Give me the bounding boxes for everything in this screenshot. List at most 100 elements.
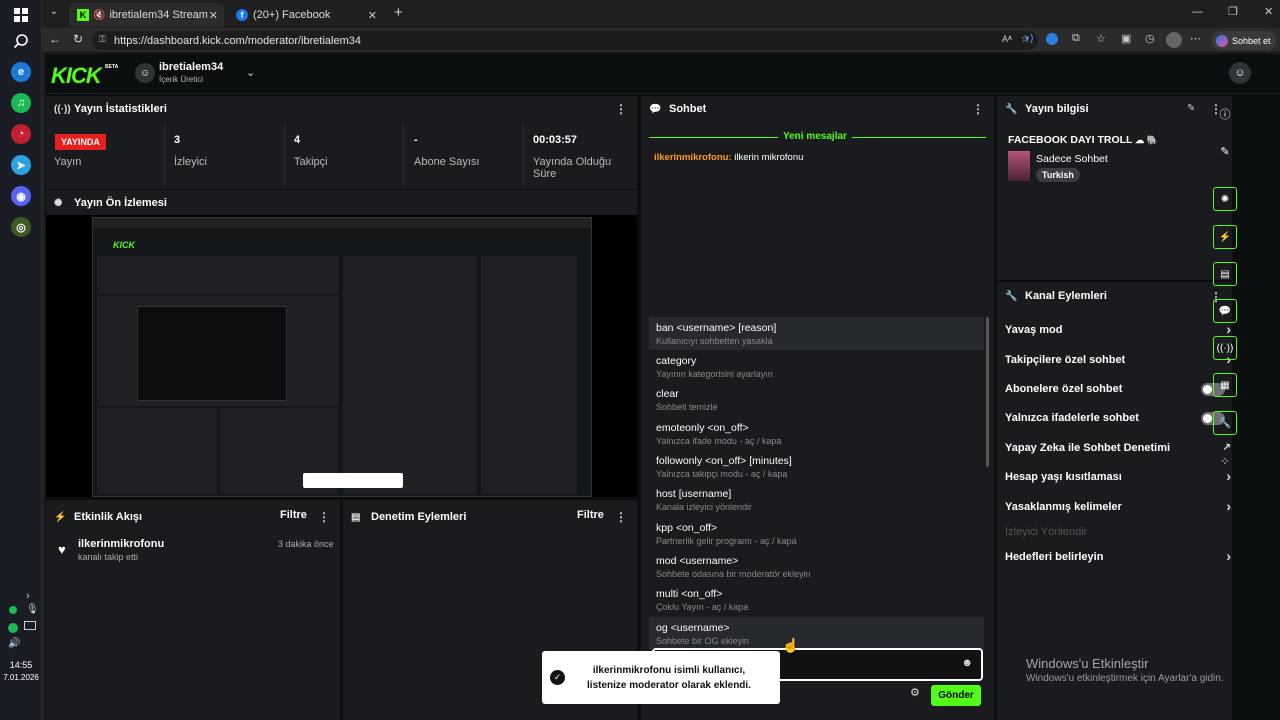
command-item[interactable]: multi <on_off> Çoklu Yayın - aç / kapa: [649, 583, 984, 616]
new-tab-icon[interactable]: +: [394, 4, 403, 21]
command-item[interactable]: ban <username> [reason] Kullanıcıyı sohbe…: [649, 317, 984, 350]
wrench-icon: 🔧: [1005, 103, 1018, 115]
action-slow-mode[interactable]: Yavaş mod ›: [1005, 319, 1231, 341]
copilot-chat-button[interactable]: Sohbet et: [1212, 31, 1276, 50]
action-subscribers-only[interactable]: Abonelere özel sohbet: [1005, 378, 1231, 400]
preview-toggle-button[interactable]: ✺: [1213, 187, 1237, 211]
divider: [523, 124, 524, 186]
chat-toggle-button[interactable]: 💬: [1213, 299, 1237, 323]
more-widgets-icon[interactable]: ⁘: [1213, 449, 1237, 473]
broadcast-toggle-button[interactable]: ((·)): [1213, 336, 1237, 360]
spotify-icon[interactable]: ♫: [11, 93, 31, 113]
toast-text: ilkerinmikrofonu isimli kullanıcı, liste…: [587, 664, 751, 691]
spotify-tray-icon[interactable]: [8, 623, 18, 633]
clock-time[interactable]: 14:55: [0, 660, 42, 670]
read-aloud-icon[interactable]: Aᴬ: [1002, 34, 1012, 44]
speaker-muted-icon[interactable]: 🔇: [93, 10, 105, 21]
scrollbar-thumb[interactable]: [986, 317, 989, 467]
chevron-down-icon[interactable]: ⌄: [46, 6, 62, 22]
more-options-icon[interactable]: ⋮: [972, 102, 984, 116]
minimize-icon[interactable]: —: [1192, 6, 1203, 18]
more-options-icon[interactable]: ⋮: [615, 510, 627, 524]
event-time: 3 dakika önce: [278, 539, 334, 549]
action-followers-only[interactable]: Takipçilere özel sohbet ›: [1005, 349, 1231, 371]
edit-pencil-icon[interactable]: ✎: [1187, 103, 1195, 114]
edit-pencil-icon[interactable]: ✎: [1213, 139, 1237, 163]
command-item[interactable]: kpp <on_off> Partnerlik gelir programı - …: [649, 517, 984, 550]
collections-icon[interactable]: ▣: [1121, 32, 1131, 45]
close-tab-icon[interactable]: ✕: [209, 9, 218, 22]
address-bar[interactable]: ⚿ https://dashboard.kick.com/moderator/i…: [92, 31, 1038, 50]
command-item[interactable]: mod <username> Sohbete odasına bir modera…: [649, 550, 984, 583]
command-item[interactable]: clear Sohbeti temizle: [649, 383, 984, 416]
stat-value: 3: [174, 134, 181, 146]
chevron-right-icon[interactable]: ›: [26, 590, 30, 602]
telegram-icon[interactable]: ➤: [11, 155, 31, 175]
history-icon[interactable]: ◷: [1145, 32, 1155, 45]
more-options-icon[interactable]: ⋯: [1190, 32, 1201, 45]
browser-toolbar: ← ↻ ⚿ https://dashboard.kick.com/moderat…: [42, 28, 1280, 53]
more-options-icon[interactable]: ⋮: [615, 102, 627, 116]
back-icon[interactable]: ←: [49, 32, 61, 46]
action-banned-words[interactable]: Yasaklanmış kelimeler ›: [1005, 496, 1231, 518]
category-name[interactable]: Sadece Sohbet: [1036, 153, 1108, 165]
filter-button[interactable]: Filtre: [577, 509, 604, 521]
tab-kick[interactable]: K 🔇 ibretialem34 Stream - Kick Da ✕: [69, 3, 224, 27]
lightning-toggle-button[interactable]: ⚡: [1213, 225, 1237, 249]
close-tab-icon[interactable]: ✕: [368, 9, 377, 22]
chevron-right-icon: ›: [1226, 548, 1231, 564]
restore-icon[interactable]: ❐: [1228, 5, 1238, 18]
user-avatar[interactable]: ☺: [1229, 62, 1251, 84]
copilot-icon: [1216, 34, 1228, 47]
more-options-icon[interactable]: ⋮: [318, 510, 330, 524]
chat-username[interactable]: ilkerinmikrofonu:: [654, 152, 732, 163]
event-user[interactable]: ilkerinmikrofonu: [78, 538, 164, 550]
action-emotes-only[interactable]: Yalnızca ifadelerle sohbet: [1005, 407, 1231, 429]
edge-icon[interactable]: e: [11, 62, 31, 82]
category-thumbnail[interactable]: [1008, 151, 1030, 181]
game-icon[interactable]: ◎: [11, 217, 31, 237]
clock-date[interactable]: 7.01.2026: [0, 673, 42, 682]
command-name: kpp <on_off>: [656, 522, 718, 534]
command-item[interactable]: followonly <on_off> [minutes] Yalnızca ta…: [649, 450, 984, 483]
windows-start-icon[interactable]: [11, 5, 31, 25]
settings-gear-icon[interactable]: ⚙: [910, 686, 920, 699]
extension-icon[interactable]: [1046, 33, 1058, 45]
channel-avatar[interactable]: ☺: [135, 63, 155, 83]
channel-name[interactable]: ibretialem34: [159, 61, 223, 73]
command-item[interactable]: emoteonly <on_off> Yalnızca ifade modu - …: [649, 417, 984, 450]
divider: [284, 124, 285, 186]
emoji-icon[interactable]: ☻: [961, 657, 973, 669]
document-toggle-button[interactable]: ▤: [1213, 262, 1237, 286]
stat-label: Yayın: [54, 156, 82, 168]
volume-icon[interactable]: 🔊: [8, 638, 20, 649]
filter-button[interactable]: Filtre: [280, 509, 307, 521]
action-account-age[interactable]: Hesap yaşı kısıtlaması ›: [1005, 466, 1231, 488]
channel-switch-chevron-icon[interactable]: ⌄: [246, 66, 255, 79]
action-label: Yapay Zeka ile Sohbet Denetimi: [1005, 442, 1171, 454]
command-item[interactable]: category Yayının kategorisini ayarlayın: [649, 350, 984, 383]
command-item[interactable]: host [username] Kanala izleyici yönlendir: [649, 483, 984, 516]
info-icon[interactable]: ⓘ: [1213, 102, 1237, 126]
action-ai-moderation[interactable]: Yapay Zeka ile Sohbet Denetimi ↗: [1005, 437, 1231, 459]
kick-logo[interactable]: KICK: [51, 63, 102, 89]
favorites-icon[interactable]: ☆: [1096, 32, 1106, 45]
command-item[interactable]: og <username> Sohbete bir OG ekleyin: [649, 617, 984, 650]
stream-preview-video[interactable]: KICK: [92, 217, 592, 497]
profile-avatar[interactable]: [1166, 32, 1182, 48]
microphone-icon[interactable]: 🎙: [26, 604, 39, 615]
monitor-icon[interactable]: [24, 621, 36, 630]
send-button[interactable]: Gönder: [931, 685, 981, 706]
search-icon[interactable]: [11, 31, 31, 51]
tab-facebook[interactable]: f (20+) Facebook ✕: [228, 3, 383, 27]
discord-icon[interactable]: ◉: [11, 186, 31, 206]
app-icon[interactable]: ◔: [11, 124, 31, 144]
wrench-toggle-button[interactable]: 🔧: [1213, 411, 1237, 435]
action-set-goals[interactable]: Hedefleri belirleyin ›: [1005, 546, 1231, 568]
refresh-icon[interactable]: ↻: [73, 32, 83, 46]
close-window-icon[interactable]: ✕: [1264, 5, 1273, 18]
site-info-icon[interactable]: ⚿: [99, 34, 106, 45]
layout-toggle-button[interactable]: ▦: [1213, 373, 1237, 397]
extension-icon[interactable]: ◖): [1024, 33, 1033, 44]
extensions-icon[interactable]: ⧉: [1072, 32, 1080, 45]
